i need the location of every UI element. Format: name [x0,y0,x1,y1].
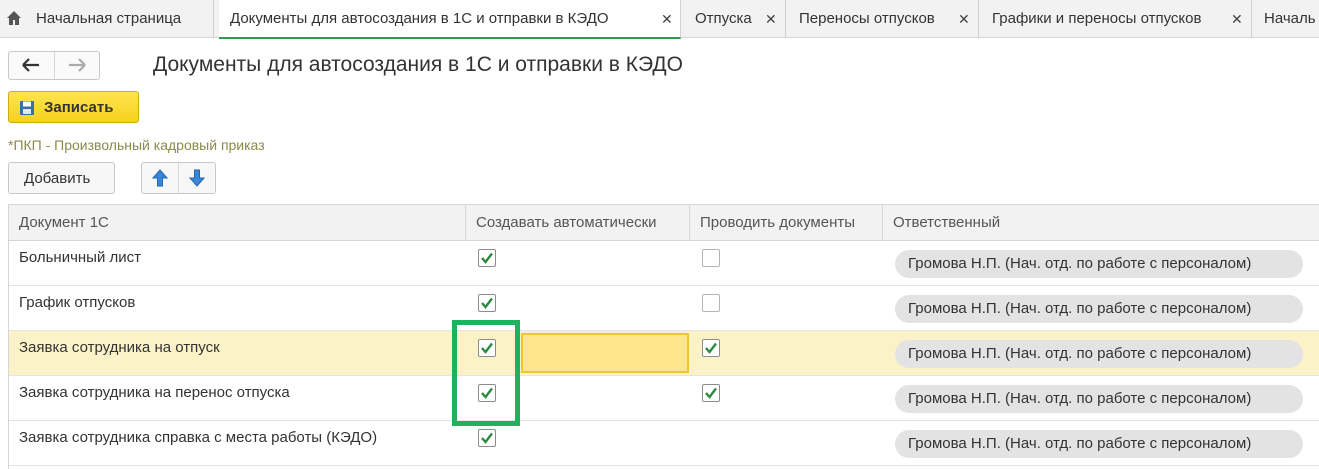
table-row[interactable]: Больничный лист Громова Н.П. (Нач. отд. … [9,241,1319,286]
auto-create-checkbox[interactable] [478,249,496,267]
navigation-buttons [8,51,100,80]
arrow-down-icon [189,169,205,187]
close-icon[interactable]: ✕ [765,0,777,38]
checkmark-icon [705,342,717,354]
document-name: Больничный лист [19,249,142,266]
tab-vacation-transfers[interactable]: Переносы отпусков ✕ [786,0,979,38]
forward-button[interactable] [55,52,100,79]
back-button[interactable] [9,52,55,79]
documents-table: Документ 1С Создавать автоматически Пров… [8,204,1319,469]
document-name: Заявка сотрудника справка с места работы… [19,429,378,446]
post-checkbox[interactable] [702,294,720,312]
arrow-left-icon [22,58,39,72]
table-row[interactable]: Заявка сотрудника справка с места работы… [9,421,1319,466]
tab-label: Переносы отпусков [799,10,935,27]
move-buttons [141,162,216,194]
responsible-field[interactable]: Громова Н.П. (Нач. отд. по работе с перс… [895,340,1303,368]
table-row[interactable]: График отпусков Громова Н.П. (Нач. отд. … [9,286,1319,331]
auto-create-checkbox[interactable] [478,294,496,312]
tab-vacation-schedules[interactable]: Графики и переносы отпусков ✕ [979,0,1252,38]
close-icon[interactable]: ✕ [1231,0,1243,38]
add-button[interactable]: Добавить [8,162,115,194]
checkmark-icon [481,297,493,309]
column-header-document[interactable]: Документ 1С [9,205,466,240]
tab-bar: Начальная страница Документы для автосоз… [0,0,1319,39]
tab-label: Началь [1264,10,1316,27]
checkmark-icon [481,432,493,444]
table-header: Документ 1С Создавать автоматически Пров… [9,205,1319,241]
page-title: Документы для автосоздания в 1С и отправ… [153,53,683,76]
tab-home[interactable]: Начальная страница [0,0,214,38]
save-button-label: Записать [44,99,114,116]
add-button-label: Добавить [24,170,91,187]
floppy-disk-icon [20,101,34,115]
column-header-post[interactable]: Проводить документы [690,205,883,240]
table-row[interactable]: Заявка сотрудника на перенос отпуска Гро… [9,376,1319,421]
post-checkbox[interactable] [702,339,720,357]
home-icon [7,11,21,25]
auto-create-checkbox[interactable] [478,429,496,447]
table-row-selected[interactable]: Заявка сотрудника на отпуск Громова Н.П.… [9,331,1319,376]
arrow-up-icon [152,169,168,187]
checkmark-icon [705,387,717,399]
post-checkbox[interactable] [702,384,720,402]
close-icon[interactable]: ✕ [661,0,673,37]
legend-note: *ПКП - Произвольный кадровый приказ [8,137,265,153]
tab-label: Графики и переносы отпусков [992,10,1202,27]
tab-vacations[interactable]: Отпуска ✕ [681,0,786,38]
tab-documents-autocreate[interactable]: Документы для автосоздания в 1С и отправ… [219,0,681,39]
post-checkbox[interactable] [702,249,720,267]
tab-label: Отпуска [695,10,752,27]
responsible-field[interactable]: Громова Н.П. (Нач. отд. по работе с перс… [895,385,1303,413]
column-header-auto-create[interactable]: Создавать автоматически [466,205,690,240]
tab-label: Документы для автосоздания в 1С и отправ… [230,10,609,27]
responsible-field[interactable]: Громова Н.П. (Нач. отд. по работе с перс… [895,295,1303,323]
checkmark-icon [481,252,493,264]
arrow-right-icon [69,58,86,72]
save-button[interactable]: Записать [8,91,139,123]
tab-label: Начальная страница [36,10,182,27]
move-up-button[interactable] [142,163,179,193]
close-icon[interactable]: ✕ [958,0,970,38]
document-name: График отпусков [19,294,136,311]
document-name: Заявка сотрудника на отпуск [19,339,220,356]
focused-cell[interactable] [521,333,689,373]
tab-start-truncated[interactable]: Началь [1252,0,1319,38]
responsible-field[interactable]: Громова Н.П. (Нач. отд. по работе с перс… [895,250,1303,278]
responsible-field[interactable]: Громова Н.П. (Нач. отд. по работе с перс… [895,430,1303,458]
move-down-button[interactable] [179,163,215,193]
document-name: Заявка сотрудника на перенос отпуска [19,384,290,401]
highlight-annotation-frame [452,320,520,426]
column-header-responsible[interactable]: Ответственный [883,205,1319,240]
